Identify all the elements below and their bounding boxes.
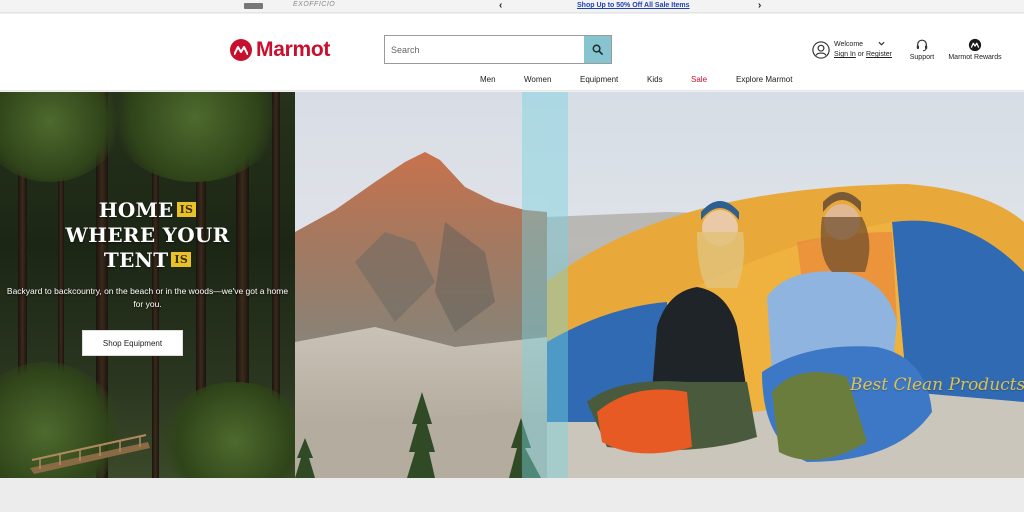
- tent-campers-image: [547, 184, 1024, 478]
- nav-item-kids[interactable]: Kids: [647, 75, 663, 84]
- promo-message-link[interactable]: Shop Up to 50% Off All Sale Items: [577, 0, 690, 12]
- headset-icon: [916, 39, 928, 52]
- mountain-image: [295, 152, 547, 478]
- partner-logo-2: EXOFFICIO: [293, 1, 336, 8]
- nav-item-women[interactable]: Women: [524, 75, 551, 84]
- nav-item-sale[interactable]: Sale: [691, 75, 707, 84]
- support-link[interactable]: Support: [906, 38, 938, 61]
- or-text: or: [857, 51, 864, 58]
- promo-next-arrow[interactable]: ›: [758, 0, 761, 12]
- promo-prev-arrow[interactable]: ‹: [499, 0, 502, 12]
- headline-tag-2: IS: [171, 252, 192, 267]
- hero-banner: HOME IS WHERE YOUR TENT IS Backyard to bac…: [0, 92, 1024, 478]
- account-links: Sign In or Register: [834, 51, 892, 58]
- nav-item-equipment[interactable]: Equipment: [580, 75, 618, 84]
- forest-panel: HOME IS WHERE YOUR TENT IS Backyard to bac…: [0, 92, 295, 478]
- main-nav: Men Women Equipment Kids Sale Explore Ma…: [0, 75, 1024, 89]
- brand-logo[interactable]: Marmot: [230, 38, 330, 62]
- marmot-rewards-icon: [968, 38, 982, 52]
- welcome-text: Welcome: [834, 41, 864, 48]
- headline-line-2: WHERE YOUR: [65, 223, 230, 247]
- hero-copy: HOME IS WHERE YOUR TENT IS Backyard to bac…: [0, 198, 295, 311]
- page-footer-band: [0, 478, 1024, 512]
- nav-item-explore-marmot[interactable]: Explore Marmot: [736, 75, 792, 84]
- hero-headline: HOME IS WHERE YOUR TENT IS: [0, 198, 295, 273]
- nav-item-men[interactable]: Men: [480, 75, 496, 84]
- hero-subcopy: Backyard to backcountry, on the beach or…: [6, 286, 289, 309]
- sign-in-link[interactable]: Sign In: [834, 51, 856, 58]
- site-header: Marmot Welcome Sign In o: [0, 14, 1024, 91]
- rewards-link[interactable]: Marmot Rewards: [945, 38, 1005, 61]
- brand-name: Marmot: [256, 38, 331, 61]
- search-bar: [384, 35, 612, 64]
- partner-logo-1: [244, 3, 263, 9]
- chevron-down-icon[interactable]: [878, 39, 885, 48]
- search-input[interactable]: [385, 36, 585, 63]
- marmot-logo-icon: [230, 39, 252, 61]
- tent-panel: [547, 92, 1024, 478]
- register-link[interactable]: Register: [866, 51, 892, 58]
- shop-equipment-button[interactable]: Shop Equipment: [82, 330, 183, 356]
- support-label: Support: [909, 54, 935, 61]
- rewards-label: Marmot Rewards: [948, 54, 1002, 61]
- watermark-text: Best Clean Products: [850, 375, 1024, 395]
- page: EXOFFICIO ‹ Shop Up to 50% Off All Sale …: [0, 0, 1024, 512]
- headline-line-1: HOME: [98, 198, 174, 222]
- wooden-bridge-image: [30, 434, 150, 474]
- headline-line-3: TENT: [103, 248, 169, 272]
- search-icon: [592, 44, 603, 55]
- headline-tag-1: IS: [176, 202, 197, 217]
- promo-bar: EXOFFICIO ‹ Shop Up to 50% Off All Sale …: [0, 0, 1024, 13]
- user-icon: [812, 41, 830, 59]
- mountain-panel: [295, 92, 547, 478]
- overlay-strip: [522, 92, 568, 478]
- search-button[interactable]: [584, 36, 611, 63]
